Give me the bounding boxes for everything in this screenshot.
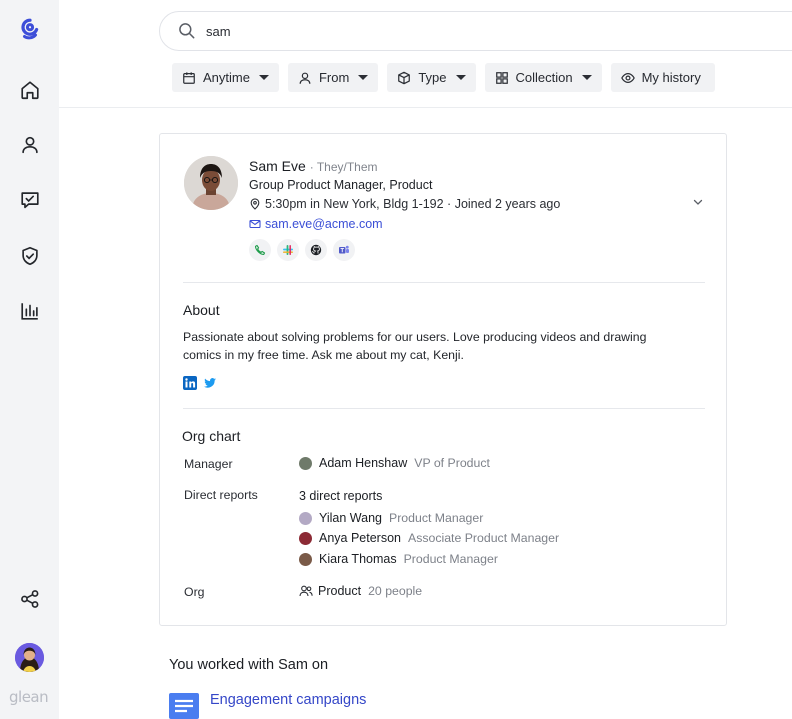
filter-anytime[interactable]: Anytime xyxy=(172,63,279,92)
direct-reports-label: Direct reports xyxy=(184,488,258,502)
report-name[interactable]: Anya Peterson xyxy=(319,531,401,545)
manager-avatar xyxy=(299,456,312,470)
report-row[interactable]: Anya Peterson Associate Product Manager xyxy=(299,531,559,545)
chevron-down-icon xyxy=(455,75,466,80)
google-docs-icon xyxy=(169,693,199,719)
report-avatar xyxy=(299,531,312,545)
chevron-down-icon[interactable] xyxy=(692,196,704,208)
people-icon[interactable] xyxy=(13,128,46,161)
search-icon xyxy=(179,23,195,39)
person-name[interactable]: Sam Eve xyxy=(249,158,306,174)
slack-icon[interactable] xyxy=(277,239,299,261)
tasks-icon[interactable] xyxy=(13,183,46,216)
person-photo xyxy=(184,156,238,210)
org-name[interactable]: Product xyxy=(318,584,361,598)
filter-my-history-label: My history xyxy=(641,70,701,85)
twitter-icon[interactable] xyxy=(203,376,217,390)
header-divider xyxy=(59,107,792,108)
worked-with-heading: You worked with Sam on xyxy=(169,657,329,673)
report-role: Product Manager xyxy=(403,552,498,566)
chevron-down-icon xyxy=(258,75,269,80)
org-size: 20 people xyxy=(368,584,423,598)
filter-collection-label: Collection xyxy=(515,70,573,85)
person-location: 5:30pm in New York, Bldg 1-192 · Joined … xyxy=(249,197,560,211)
manager-role: VP of Product xyxy=(414,456,490,470)
report-role: Product Manager xyxy=(389,511,484,525)
sidebar: glean xyxy=(0,0,59,719)
org-chart-heading: Org chart xyxy=(182,428,241,444)
person-email[interactable]: sam.eve@acme.com xyxy=(249,217,383,231)
filter-type[interactable]: Type xyxy=(387,63,476,92)
social-links xyxy=(183,376,217,390)
person-name-line: Sam Eve · They/Them xyxy=(249,158,378,174)
report-row[interactable]: Kiara Thomas Product Manager xyxy=(299,552,498,566)
analytics-icon[interactable] xyxy=(13,294,46,327)
phone-icon[interactable] xyxy=(249,239,271,261)
person-icon xyxy=(299,72,311,84)
about-heading: About xyxy=(183,302,220,318)
report-avatar xyxy=(299,552,312,566)
brand-wordmark: glean xyxy=(9,688,49,706)
home-icon[interactable] xyxy=(13,73,46,106)
org-row[interactable]: Product 20 people xyxy=(299,584,422,598)
chevron-down-icon xyxy=(581,75,592,80)
grid-icon xyxy=(495,71,508,84)
filter-type-label: Type xyxy=(418,70,447,85)
search-input[interactable] xyxy=(206,23,506,39)
shield-icon[interactable] xyxy=(13,239,46,272)
filter-bar: Anytime From Type Collection My history xyxy=(172,63,715,92)
person-pronouns: · They/Them xyxy=(309,160,378,174)
person-card: Sam Eve · They/Them Group Product Manage… xyxy=(159,133,727,626)
org-label: Org xyxy=(184,585,205,599)
chevron-down-icon xyxy=(358,75,369,80)
section-divider xyxy=(183,408,705,409)
person-location-text: 5:30pm in New York, Bldg 1-192 · Joined … xyxy=(265,197,561,211)
filter-from[interactable]: From xyxy=(287,63,379,92)
worked-doc-link[interactable]: Engagement campaigns xyxy=(210,692,366,708)
eye-icon xyxy=(620,72,635,83)
person-email-link[interactable]: sam.eve@acme.com xyxy=(265,217,383,231)
manager-name[interactable]: Adam Henshaw xyxy=(319,456,407,470)
share-icon[interactable] xyxy=(13,582,46,615)
github-icon[interactable] xyxy=(305,239,327,261)
report-role: Associate Product Manager xyxy=(408,531,560,545)
calendar-icon xyxy=(183,71,195,84)
search-bar[interactable] xyxy=(159,11,792,51)
section-divider xyxy=(183,282,705,283)
filter-anytime-label: Anytime xyxy=(203,70,250,85)
filter-collection[interactable]: Collection xyxy=(484,63,602,92)
report-avatar xyxy=(299,511,312,525)
report-row[interactable]: Yilan Wang Product Manager xyxy=(299,511,483,525)
person-title: Group Product Manager, Product xyxy=(249,178,433,192)
location-pin-icon xyxy=(250,198,260,210)
user-avatar[interactable] xyxy=(15,643,44,672)
group-icon xyxy=(299,585,313,597)
about-text: Passionate about solving problems for ou… xyxy=(183,330,647,362)
contact-apps xyxy=(249,239,355,261)
linkedin-icon[interactable] xyxy=(183,376,197,390)
manager-row[interactable]: Adam Henshaw VP of Product xyxy=(299,456,490,470)
mail-icon xyxy=(249,219,261,229)
report-name[interactable]: Kiara Thomas xyxy=(319,552,397,566)
manager-label: Manager xyxy=(184,457,233,471)
glean-logo-icon[interactable] xyxy=(13,12,46,45)
filter-my-history[interactable]: My history xyxy=(610,63,715,92)
cube-icon xyxy=(398,71,411,84)
filter-from-label: From xyxy=(318,70,350,85)
report-name[interactable]: Yilan Wang xyxy=(319,511,382,525)
teams-icon[interactable] xyxy=(333,239,355,261)
direct-reports-count: 3 direct reports xyxy=(299,489,383,503)
